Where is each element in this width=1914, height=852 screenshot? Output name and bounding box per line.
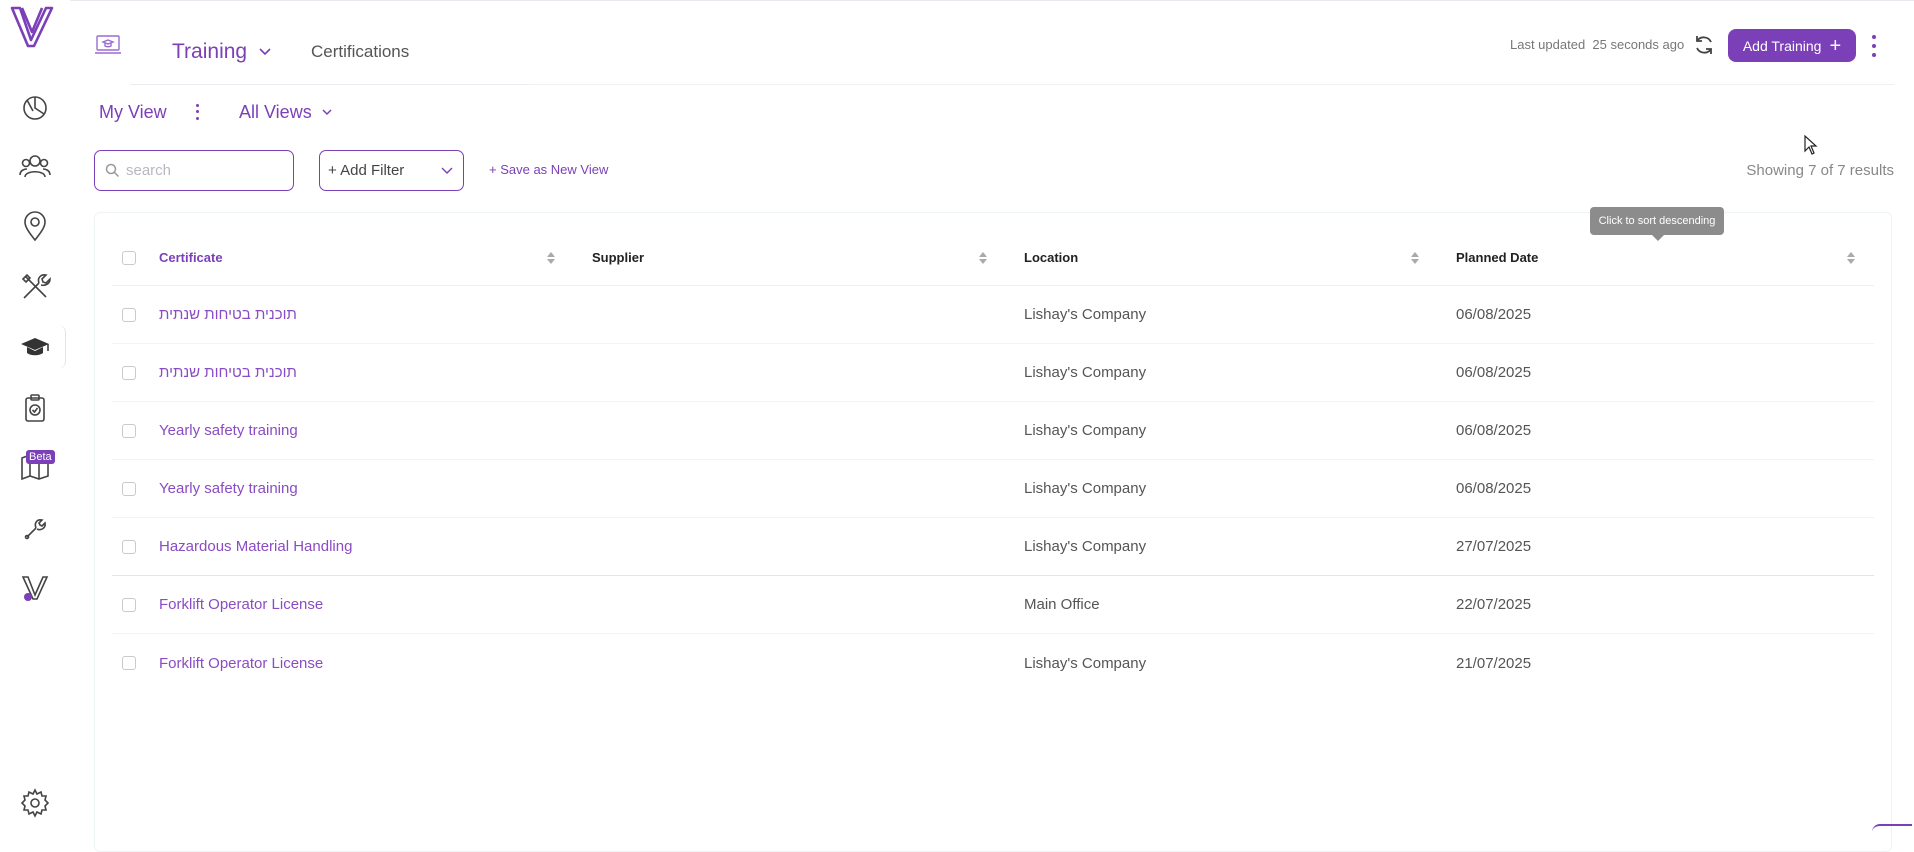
table-row[interactable]: Yearly safety training Lishay's Company … xyxy=(112,460,1874,518)
location-cell: Lishay's Company xyxy=(1024,422,1147,439)
people-icon[interactable] xyxy=(15,146,55,186)
location-cell: Lishay's Company xyxy=(1024,538,1147,555)
table-header: Certificate Supplier Location Planned Da… xyxy=(112,230,1874,286)
mouse-cursor-icon xyxy=(1804,135,1818,155)
column-label: Certificate xyxy=(159,250,223,265)
chevron-down-icon xyxy=(322,109,332,116)
planned-date-cell: 22/07/2025 xyxy=(1456,596,1532,613)
all-views-label: All Views xyxy=(239,102,312,122)
row-checkbox[interactable] xyxy=(122,481,136,496)
search-box[interactable] xyxy=(94,150,294,191)
plus-icon: + xyxy=(1829,34,1842,57)
location-cell: Lishay's Company xyxy=(1024,480,1147,497)
planned-date-cell: 06/08/2025 xyxy=(1456,364,1532,381)
add-filter-dropdown[interactable]: + Add Filter xyxy=(319,150,464,191)
table-row[interactable]: Forklift Operator License Main Office 22… xyxy=(112,576,1874,634)
planned-date-cell: 21/07/2025 xyxy=(1456,654,1532,672)
all-views-dropdown[interactable]: All Views xyxy=(239,102,332,123)
sort-icon[interactable] xyxy=(1846,250,1856,266)
last-updated-label: Last updated xyxy=(1510,37,1586,52)
table-row[interactable]: Yearly safety training Lishay's Company … xyxy=(112,402,1874,460)
column-header-location[interactable]: Location xyxy=(1024,230,1424,285)
location-pin-icon[interactable] xyxy=(15,206,55,246)
add-training-button[interactable]: Add Training + xyxy=(1728,29,1856,62)
row-checkbox[interactable] xyxy=(122,539,136,554)
table-row[interactable]: Forklift Operator License Lishay's Compa… xyxy=(112,634,1874,692)
view-options-icon[interactable] xyxy=(192,102,202,122)
certificate-link[interactable]: Forklift Operator License xyxy=(159,596,323,613)
graduation-cap-icon[interactable] xyxy=(15,327,55,367)
column-label: Location xyxy=(1024,250,1079,265)
wrench-icon[interactable] xyxy=(15,507,55,547)
select-all-checkbox[interactable] xyxy=(122,250,136,265)
refresh-icon[interactable] xyxy=(1692,33,1716,57)
planned-date-cell: 06/08/2025 xyxy=(1456,306,1532,323)
tools-icon[interactable] xyxy=(15,267,55,307)
column-header-certificate[interactable]: Certificate xyxy=(159,230,559,285)
gear-icon[interactable] xyxy=(15,783,55,823)
brand-icon[interactable] xyxy=(15,567,55,607)
sort-icon[interactable] xyxy=(1410,250,1420,266)
last-updated-text: Last updated 25 seconds ago xyxy=(1510,37,1684,52)
search-icon xyxy=(105,163,120,178)
tab-training[interactable]: Training xyxy=(172,40,271,64)
location-cell: Lishay's Company xyxy=(1024,306,1147,323)
top-border xyxy=(0,0,1914,3)
sort-tooltip: Click to sort descending xyxy=(1590,207,1724,241)
clipboard-check-icon[interactable] xyxy=(15,388,55,428)
location-cell: Lishay's Company xyxy=(1024,364,1147,381)
chevron-down-icon xyxy=(259,48,271,56)
search-input[interactable] xyxy=(126,162,286,179)
certificate-link[interactable]: תוכנית בטיחות שנתית xyxy=(159,364,297,381)
certificate-link[interactable]: תוכנית בטיחות שנתית xyxy=(159,306,297,323)
training-module-icon xyxy=(95,35,121,54)
column-label: Supplier xyxy=(592,250,645,265)
location-cell: Lishay's Company xyxy=(1024,654,1147,672)
dashboard-icon[interactable] xyxy=(15,87,55,127)
planned-date-cell: 27/07/2025 xyxy=(1456,538,1532,555)
last-updated-value: 25 seconds ago xyxy=(1592,37,1685,52)
column-label: Planned Date xyxy=(1456,250,1539,265)
more-options-icon[interactable] xyxy=(1866,33,1882,59)
beta-badge: Beta xyxy=(26,450,55,464)
app-logo[interactable] xyxy=(8,4,60,50)
certificate-link[interactable]: Forklift Operator License xyxy=(159,655,323,672)
certificate-link[interactable]: Yearly safety training xyxy=(159,480,298,497)
planned-date-cell: 06/08/2025 xyxy=(1456,480,1532,497)
table-row[interactable]: תוכנית בטיחות שנתית Lishay's Company 06/… xyxy=(112,344,1874,402)
add-filter-label: + Add Filter xyxy=(328,162,405,179)
results-count: Showing 7 of 7 results xyxy=(1746,162,1894,179)
my-view-tab[interactable]: My View xyxy=(99,102,167,123)
planned-date-cell: 06/08/2025 xyxy=(1456,422,1532,439)
table-row[interactable]: Hazardous Material Handling Lishay's Com… xyxy=(112,518,1874,576)
chevron-down-icon xyxy=(441,167,453,174)
row-checkbox[interactable] xyxy=(122,597,136,612)
sidebar: Beta xyxy=(0,0,70,830)
row-checkbox[interactable] xyxy=(122,365,136,380)
location-cell: Main Office xyxy=(1024,596,1100,613)
add-training-label: Add Training xyxy=(1742,37,1822,54)
row-checkbox[interactable] xyxy=(122,307,136,322)
row-checkbox[interactable] xyxy=(122,656,136,670)
certificate-link[interactable]: Hazardous Material Handling xyxy=(159,538,352,555)
header-divider xyxy=(130,84,530,85)
data-table: Certificate Supplier Location Planned Da… xyxy=(112,230,1874,692)
certificate-link[interactable]: Yearly safety training xyxy=(159,422,298,439)
bottom-accent xyxy=(1872,824,1912,832)
table-row[interactable]: תוכנית בטיחות שנתית Lishay's Company 06/… xyxy=(112,286,1874,344)
header-divider-right xyxy=(530,84,1894,85)
tab-training-label: Training xyxy=(172,40,248,63)
sort-icon[interactable] xyxy=(546,250,556,266)
tab-certifications[interactable]: Certifications xyxy=(311,42,409,62)
column-header-supplier[interactable]: Supplier xyxy=(592,230,992,285)
row-checkbox[interactable] xyxy=(122,423,136,438)
sort-icon[interactable] xyxy=(978,250,988,266)
save-as-new-view-link[interactable]: + Save as New View xyxy=(489,162,608,177)
